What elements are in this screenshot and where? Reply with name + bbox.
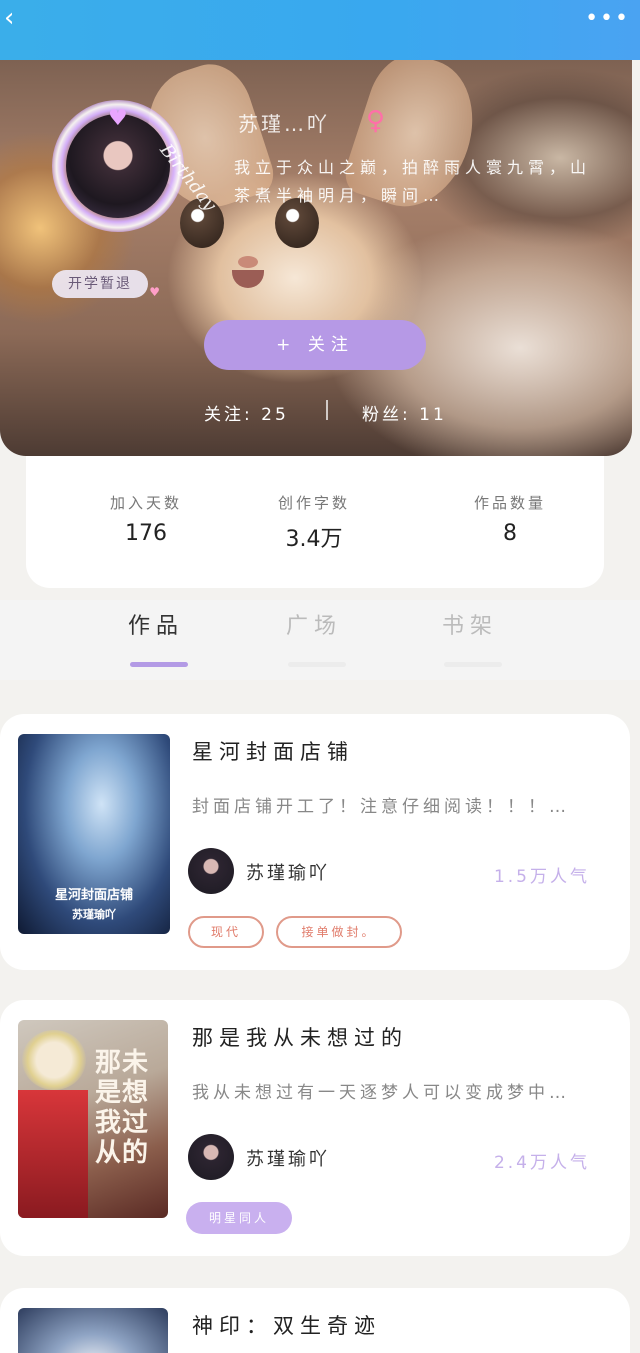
stat-value: 3.4万 — [285, 527, 343, 552]
author-avatar[interactable] — [188, 1134, 234, 1180]
book-title[interactable]: 神印：双生奇迹 — [192, 1310, 381, 1340]
stat-word-count: 创作字数 3.4万 — [244, 492, 384, 553]
stat-join-days: 加入天数 176 — [76, 492, 216, 546]
cover-title: 星河封面店铺 — [54, 888, 133, 903]
genre-tag[interactable]: 接单做封。 — [276, 916, 402, 948]
stat-label: 加入天数 — [109, 494, 182, 512]
book-cover[interactable]: 那未是想我过从的 — [18, 1020, 168, 1218]
stat-label: 创作字数 — [277, 494, 350, 512]
book-title[interactable]: 那是我从未想过的 — [192, 1022, 408, 1052]
background-art — [238, 256, 258, 268]
divider — [326, 400, 328, 420]
tab-works[interactable]: 作品 — [106, 608, 206, 667]
tab-indicator — [130, 662, 188, 667]
user-nickname: 苏瑾…吖 — [238, 112, 330, 136]
fans-count[interactable]: 粉丝: 11 — [362, 400, 447, 425]
more-dots-icon[interactable]: ••• — [585, 6, 630, 31]
status-tag: 开学暂退 ♥ — [52, 270, 160, 299]
book-card[interactable]: 神印：双生奇迹 — [0, 1288, 630, 1353]
book-cover[interactable]: 星河封面店铺 苏瑾瑜吖 — [18, 734, 170, 934]
book-description: 我从未想过有一天逐梦人可以变成梦中… — [192, 1083, 570, 1103]
avatar-frame[interactable]: ♥ Birthday — [52, 100, 221, 232]
cover-portrait — [18, 1090, 88, 1218]
stat-value: 176 — [125, 521, 167, 546]
following-count[interactable]: 关注: 25 — [204, 400, 289, 425]
tab-indicator — [444, 662, 502, 667]
tab-bookshelf[interactable]: 书架 — [420, 608, 520, 667]
author-avatar[interactable] — [188, 848, 234, 894]
stat-label: 作品数量 — [473, 494, 546, 512]
popularity-count: 2.4万人气 — [493, 1153, 590, 1173]
top-bar: ‹ ••• — [0, 0, 640, 60]
tab-label: 书架 — [441, 614, 498, 639]
user-bio: 我立于众山之巅，拍醉雨人寰九霄，山茶煮半袖明月，瞬间… — [234, 158, 592, 205]
stat-works-count: 作品数量 8 — [440, 492, 580, 546]
book-card[interactable]: 星河封面店铺 苏瑾瑜吖 星河封面店铺 封面店铺开工了！注意仔细阅读！！！… 苏瑾… — [0, 714, 630, 970]
female-icon: ♀ — [366, 106, 386, 136]
book-description: 封面店铺开工了！注意仔细阅读！！！… — [192, 797, 570, 817]
tab-label: 作品 — [127, 614, 184, 639]
genre-tag[interactable]: 明星同人 — [186, 1202, 292, 1234]
tab-label: 广场 — [285, 614, 342, 639]
genre-tag[interactable]: 现代 — [188, 916, 264, 948]
tab-indicator — [288, 662, 346, 667]
stat-value: 8 — [503, 521, 517, 546]
heart-icon: ♥ — [108, 106, 128, 131]
heart-icon: ♥ — [149, 285, 162, 299]
chevron-left-icon[interactable]: ‹ — [4, 4, 32, 32]
popularity-count: 1.5万人气 — [493, 867, 590, 887]
cover-author: 苏瑾瑜吖 — [72, 908, 116, 921]
tab-plaza[interactable]: 广场 — [264, 608, 364, 667]
book-cover[interactable] — [18, 1308, 168, 1353]
status-tag-label: 开学暂退 — [68, 276, 132, 292]
background-art — [232, 270, 264, 288]
cover-portrait — [22, 1030, 86, 1090]
author-name[interactable]: 苏瑾瑜吖 — [246, 859, 330, 885]
author-name[interactable]: 苏瑾瑜吖 — [246, 1145, 330, 1171]
follow-button[interactable]: + 关注 — [204, 320, 426, 370]
follow-stats: 关注: 25 粉丝: 11 — [0, 396, 632, 426]
book-title[interactable]: 星河封面店铺 — [192, 736, 354, 766]
book-card[interactable]: 那未是想我过从的 那是我从未想过的 我从未想过有一天逐梦人可以变成梦中… 苏瑾瑜… — [0, 1000, 630, 1256]
profile-header: ♥ Birthday 开学暂退 ♥ 苏瑾…吖 ♀ 我立于众山之巅，拍醉雨人寰九霄… — [0, 48, 632, 456]
cover-title: 那未是想我过从的 — [94, 1048, 149, 1168]
tab-bar: 作品 广场 书架 — [0, 600, 640, 680]
